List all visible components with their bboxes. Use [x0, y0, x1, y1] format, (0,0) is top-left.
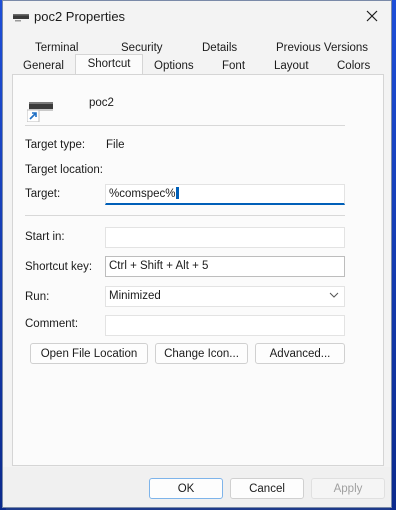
title-bar[interactable]: poc2 Properties: [3, 1, 391, 33]
separator: [25, 215, 345, 216]
properties-dialog: poc2 Properties Terminal Security Detail…: [2, 0, 392, 508]
window-title: poc2 Properties: [34, 9, 126, 24]
start-in-label: Start in:: [25, 231, 65, 243]
shortcut-tab-panel: poc2 Target type: File Target location: …: [12, 74, 384, 466]
tab-terminal[interactable]: Terminal: [35, 42, 78, 54]
tab-general[interactable]: General: [23, 60, 64, 72]
dialog-footer: OK Cancel Apply: [3, 467, 391, 507]
shortcut-key-input[interactable]: Ctrl + Shift + Alt + 5: [105, 256, 345, 277]
start-in-input[interactable]: [105, 227, 345, 248]
advanced-button[interactable]: Advanced...: [255, 343, 345, 364]
comment-input[interactable]: [105, 315, 345, 336]
close-icon: [366, 10, 378, 25]
tab-shortcut-label: Shortcut: [87, 58, 131, 70]
shortcut-key-label: Shortcut key:: [25, 261, 93, 273]
run-select-value: Minimized: [109, 290, 161, 302]
console-shortcut-icon: [26, 96, 55, 125]
chevron-down-icon: [329, 289, 339, 308]
tab-details[interactable]: Details: [202, 42, 237, 54]
tab-colors[interactable]: Colors: [337, 60, 370, 72]
ok-button[interactable]: OK: [149, 478, 223, 499]
tab-layout[interactable]: Layout: [274, 60, 309, 72]
comment-label: Comment:: [25, 318, 79, 330]
target-type-value: File: [106, 139, 125, 151]
target-type-label: Target type:: [25, 139, 86, 151]
run-select[interactable]: Minimized: [105, 286, 345, 307]
separator: [25, 125, 345, 126]
open-file-location-button[interactable]: Open File Location: [30, 343, 148, 364]
tab-shortcut[interactable]: Shortcut: [75, 54, 143, 75]
tab-security[interactable]: Security: [121, 42, 163, 54]
tab-font[interactable]: Font: [222, 60, 245, 72]
file-name: poc2: [89, 97, 114, 109]
tab-previous-versions[interactable]: Previous Versions: [276, 42, 368, 54]
text-cursor: [176, 187, 180, 199]
target-location-label: Target location:: [25, 164, 103, 176]
target-input-value: %comspec%: [109, 188, 176, 200]
run-label: Run:: [25, 291, 50, 303]
change-icon-button[interactable]: Change Icon...: [155, 343, 248, 364]
shortcut-key-input-value: Ctrl + Shift + Alt + 5: [109, 260, 209, 272]
cancel-button[interactable]: Cancel: [230, 478, 304, 499]
target-input[interactable]: %comspec%: [105, 184, 345, 205]
target-label: Target:: [25, 188, 61, 200]
close-button[interactable]: [359, 5, 385, 29]
console-shortcut-icon: [13, 12, 29, 27]
apply-button[interactable]: Apply: [311, 478, 385, 499]
tab-options[interactable]: Options: [154, 60, 194, 72]
